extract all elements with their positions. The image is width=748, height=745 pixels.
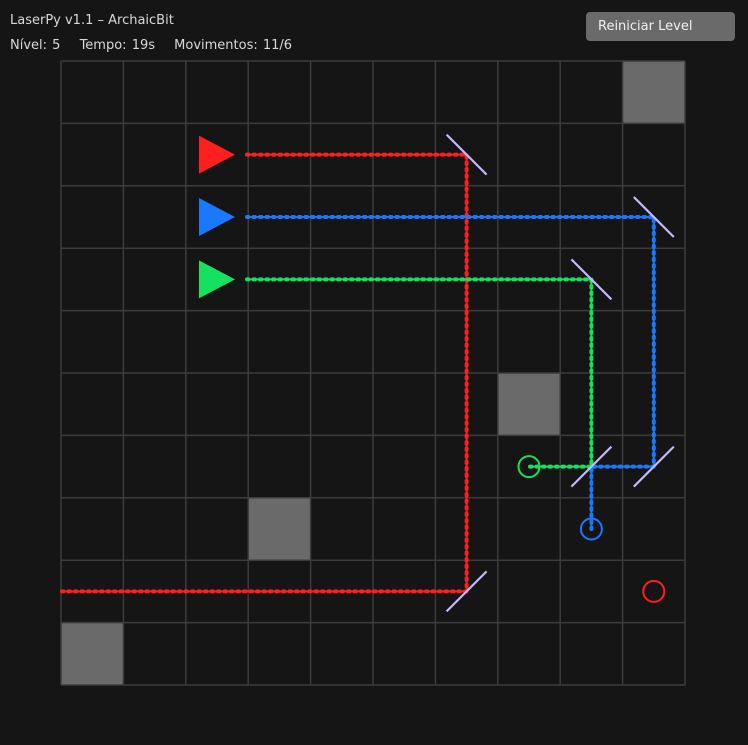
emitters-layer xyxy=(199,135,235,299)
blue-laser-emitter[interactable] xyxy=(199,198,235,236)
obstacle-block xyxy=(622,61,685,124)
red-laser-emitter[interactable] xyxy=(199,135,235,174)
game-board[interactable] xyxy=(0,0,748,745)
obstacle-block xyxy=(61,622,124,685)
green-laser-emitter[interactable] xyxy=(199,260,235,299)
red-target xyxy=(642,579,666,603)
obstacle-block xyxy=(497,373,561,436)
obstacle-block xyxy=(248,497,311,561)
